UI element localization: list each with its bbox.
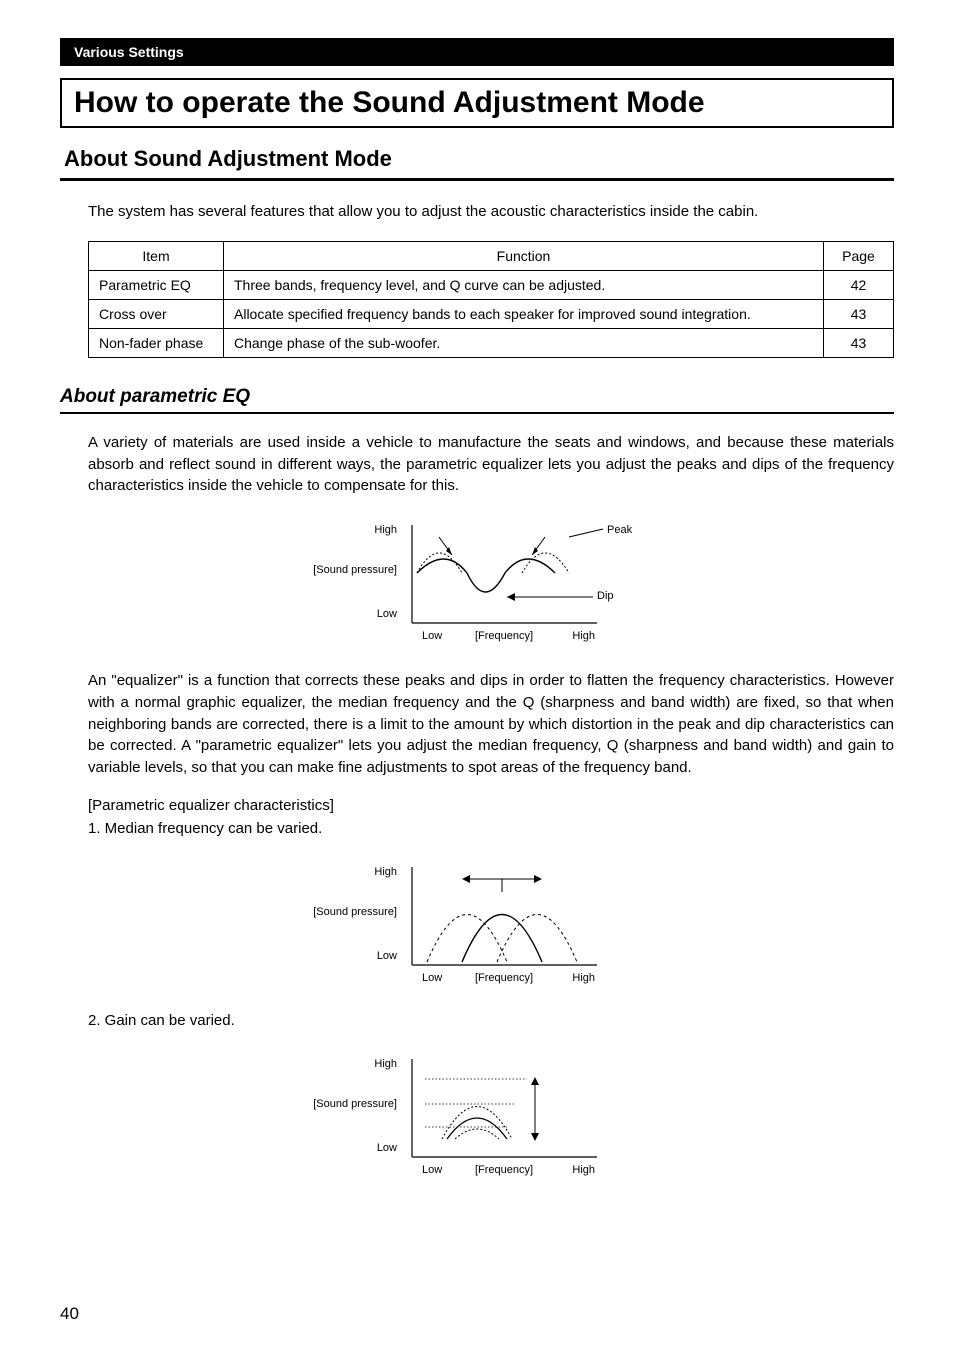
cell-function: Three bands, frequency level, and Q curv… [224,270,824,299]
th-page: Page [824,241,894,270]
cell-page: 42 [824,270,894,299]
label-sound-pressure: [Sound pressure] [313,906,397,918]
table-row: Parametric EQ Three bands, frequency lev… [89,270,894,299]
diagram-gain: High [Sound pressure] Low Low [Frequency… [60,1049,894,1184]
label-low-x: Low [422,1164,442,1176]
label-peak: Peak [607,524,633,536]
cell-item: Non-fader phase [89,328,224,357]
label-low: Low [377,608,397,620]
cell-page: 43 [824,299,894,328]
label-high: High [374,866,397,878]
main-title: How to operate the Sound Adjustment Mode [74,86,880,120]
diagram-median-frequency: High [Sound pressure] Low Low [Frequency… [60,857,894,992]
characteristic-item-2: 2. Gain can be varied. [88,1012,894,1029]
label-high-x: High [572,1164,595,1176]
th-function: Function [224,241,824,270]
page-number: 40 [60,1304,79,1324]
cell-item: Cross over [89,299,224,328]
label-high-x: High [572,630,595,642]
table-row: Cross over Allocate specified frequency … [89,299,894,328]
cell-page: 43 [824,328,894,357]
label-sound-pressure: [Sound pressure] [313,564,397,576]
label-low-x: Low [422,972,442,984]
characteristic-item-1: 1. Median frequency can be varied. [88,820,894,837]
section-header: Various Settings [60,38,894,66]
peq-title: About parametric EQ [60,386,894,414]
label-low: Low [377,1142,397,1154]
characteristics-heading: [Parametric equalizer characteristics] [88,797,894,814]
intro-paragraph: The system has several features that all… [88,201,894,223]
label-low: Low [377,950,397,962]
label-frequency: [Frequency] [475,630,533,642]
cell-item: Parametric EQ [89,270,224,299]
function-table: Item Function Page Parametric EQ Three b… [88,241,894,358]
table-row: Non-fader phase Change phase of the sub-… [89,328,894,357]
label-high-x: High [572,972,595,984]
label-frequency: [Frequency] [475,1164,533,1176]
diagram-peak-dip: High [Sound pressure] Low Peak Dip Low [… [60,515,894,650]
label-dip: Dip [597,590,614,602]
table-header-row: Item Function Page [89,241,894,270]
label-frequency: [Frequency] [475,972,533,984]
label-high: High [374,1058,397,1070]
peq-paragraph-1: A variety of materials are used inside a… [88,432,894,497]
peq-paragraph-2: An "equalizer" is a function that correc… [88,670,894,779]
label-sound-pressure: [Sound pressure] [313,1098,397,1110]
label-low-x: Low [422,630,442,642]
th-item: Item [89,241,224,270]
sub-title: About Sound Adjustment Mode [60,146,894,181]
main-title-box: How to operate the Sound Adjustment Mode [60,78,894,128]
label-high: High [374,524,397,536]
cell-function: Change phase of the sub-woofer. [224,328,824,357]
cell-function: Allocate specified frequency bands to ea… [224,299,824,328]
